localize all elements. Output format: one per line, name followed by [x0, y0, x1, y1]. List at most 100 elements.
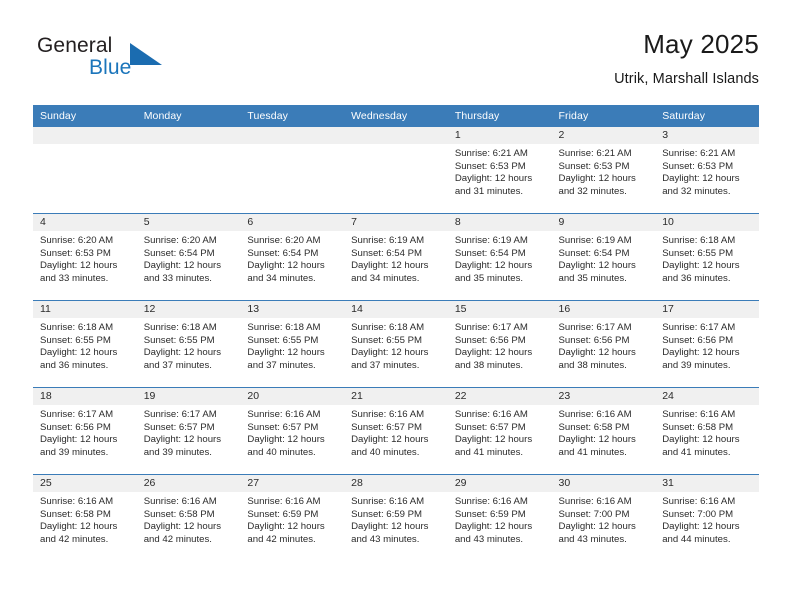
sunrise-text: Sunrise: 6:21 AM [454, 148, 528, 159]
sunrise-text: Sunrise: 6:16 AM [351, 409, 425, 420]
calendar-day-cell[interactable]: 28 Sunrise: 6:16 AM Sunset: 6:59 PM Dayligh… [344, 474, 448, 561]
daylight-text-line2: and 33 minutes. [40, 272, 109, 284]
sunset-text: Sunset: 7:00 PM [558, 508, 630, 520]
calendar-day-cell[interactable]: 21 Sunrise: 6:16 AM Sunset: 6:57 PM Dayligh… [344, 387, 448, 475]
day-detail-block: Sunrise: 6:16 AM Sunset: 7:00 PM Daylight:… [655, 492, 759, 546]
daylight-text-line2: and 43 minutes. [454, 533, 524, 545]
sunset-text: Sunset: 6:53 PM [558, 160, 630, 172]
daylight-text-line1: Daylight: 12 hours [247, 521, 325, 533]
day-number-band: 6 [240, 214, 345, 231]
daylight-text-line2: and 32 minutes. [558, 185, 627, 197]
calendar-day-cell-empty [33, 127, 137, 214]
sunrise-text: Sunrise: 6:18 AM [662, 235, 736, 246]
calendar-day-cell[interactable]: 18 Sunrise: 6:17 AM Sunset: 6:56 PM Dayligh… [33, 387, 137, 475]
calendar-day-cell[interactable]: 10 Sunrise: 6:18 AM Sunset: 6:55 PM Dayligh… [655, 213, 759, 301]
daylight-text-line2: and 44 minutes. [662, 533, 731, 545]
calendar-day-cell[interactable]: 26 Sunrise: 6:16 AM Sunset: 6:58 PM Dayligh… [136, 474, 241, 561]
sunrise-text: Sunrise: 6:16 AM [143, 496, 217, 507]
day-number: 27 [247, 477, 260, 489]
sunset-text: Sunset: 7:00 PM [662, 508, 734, 520]
weekday-header-saturday: Saturday [655, 105, 759, 127]
sunrise-text: Sunrise: 6:16 AM [558, 409, 632, 420]
daylight-text-line1: Daylight: 12 hours [558, 260, 636, 272]
daylight-text-line2: and 34 minutes. [351, 272, 420, 284]
weekday-header-tuesday: Tuesday [240, 105, 345, 127]
day-detail-block: Sunrise: 6:16 AM Sunset: 6:58 PM Daylight:… [33, 492, 137, 546]
daylight-text-line1: Daylight: 12 hours [662, 347, 740, 359]
calendar-day-cell[interactable]: 17 Sunrise: 6:17 AM Sunset: 6:56 PM Dayligh… [655, 300, 759, 388]
sunset-text: Sunset: 6:56 PM [662, 334, 734, 346]
calendar-day-cell[interactable]: 6 Sunrise: 6:20 AM Sunset: 6:54 PM Daylight… [240, 213, 345, 301]
daylight-text-line1: Daylight: 12 hours [143, 347, 222, 359]
day-number-band: 30 [551, 475, 656, 492]
calendar-day-cell[interactable]: 16 Sunrise: 6:17 AM Sunset: 6:56 PM Dayligh… [551, 300, 656, 388]
daylight-text-line1: Daylight: 12 hours [247, 260, 325, 272]
sunrise-text: Sunrise: 6:16 AM [454, 409, 528, 420]
day-number: 9 [558, 216, 565, 228]
day-number: 7 [351, 216, 357, 228]
daylight-text-line1: Daylight: 12 hours [40, 434, 118, 446]
calendar-day-cell[interactable]: 3 Sunrise: 6:21 AM Sunset: 6:53 PM Daylight… [655, 127, 759, 214]
calendar-day-cell[interactable]: 25 Sunrise: 6:16 AM Sunset: 6:58 PM Dayligh… [33, 474, 137, 561]
calendar-day-cell[interactable]: 7 Sunrise: 6:19 AM Sunset: 6:54 PM Daylight… [344, 213, 448, 301]
calendar-day-cell[interactable]: 22 Sunrise: 6:16 AM Sunset: 6:57 PM Dayligh… [447, 387, 552, 475]
calendar-day-cell[interactable]: 4 Sunrise: 6:20 AM Sunset: 6:53 PM Daylight… [33, 213, 137, 301]
logo-text-blue: Blue [89, 56, 132, 79]
day-detail-block: Sunrise: 6:16 AM Sunset: 6:59 PM Daylight:… [448, 492, 552, 546]
sunrise-text: Sunrise: 6:16 AM [558, 496, 632, 507]
day-number-band: 3 [655, 127, 759, 144]
day-number: 23 [558, 390, 571, 402]
day-detail-block: Sunrise: 6:16 AM Sunset: 6:57 PM Daylight:… [240, 405, 344, 459]
calendar-day-cell[interactable]: 27 Sunrise: 6:16 AM Sunset: 6:59 PM Dayligh… [240, 474, 345, 561]
day-number-band: 13 [240, 301, 345, 318]
day-number-band: 16 [551, 301, 656, 318]
calendar-day-cell[interactable]: 9 Sunrise: 6:19 AM Sunset: 6:54 PM Daylight… [551, 213, 656, 301]
day-detail-block: Sunrise: 6:21 AM Sunset: 6:53 PM Daylight:… [448, 144, 552, 198]
sunrise-text: Sunrise: 6:16 AM [40, 496, 114, 507]
sunrise-text: Sunrise: 6:16 AM [662, 409, 736, 420]
weekday-header-sunday: Sunday [33, 105, 137, 127]
daylight-text-line2: and 37 minutes. [247, 359, 316, 371]
daylight-text-line1: Daylight: 12 hours [558, 173, 636, 185]
day-number: 8 [454, 216, 461, 228]
sunrise-text: Sunrise: 6:17 AM [143, 409, 217, 420]
calendar-week-row: 1 Sunrise: 6:21 AM Sunset: 6:53 PM Daylight… [33, 127, 759, 214]
daylight-text-line1: Daylight: 12 hours [558, 521, 636, 533]
calendar-day-cell[interactable]: 1 Sunrise: 6:21 AM Sunset: 6:53 PM Daylight… [447, 127, 552, 214]
sunrise-text: Sunrise: 6:17 AM [454, 322, 528, 333]
calendar-day-cell[interactable]: 13 Sunrise: 6:18 AM Sunset: 6:55 PM Dayligh… [240, 300, 345, 388]
calendar-day-cell[interactable]: 5 Sunrise: 6:20 AM Sunset: 6:54 PM Daylight… [136, 213, 241, 301]
day-number: 25 [40, 477, 52, 489]
general-blue-logo[interactable]: General Blue [33, 34, 213, 90]
calendar-day-cell[interactable]: 19 Sunrise: 6:17 AM Sunset: 6:57 PM Dayligh… [136, 387, 241, 475]
day-number-band: 20 [240, 388, 345, 405]
calendar-day-cell[interactable]: 29 Sunrise: 6:16 AM Sunset: 6:59 PM Dayligh… [447, 474, 552, 561]
calendar-day-cell[interactable]: 23 Sunrise: 6:16 AM Sunset: 6:58 PM Dayligh… [551, 387, 656, 475]
daylight-text-line1: Daylight: 12 hours [247, 347, 325, 359]
calendar-day-cell[interactable]: 11 Sunrise: 6:18 AM Sunset: 6:55 PM Dayligh… [33, 300, 137, 388]
calendar-day-cell[interactable]: 8 Sunrise: 6:19 AM Sunset: 6:54 PM Daylight… [447, 213, 552, 301]
calendar-day-cell[interactable]: 15 Sunrise: 6:17 AM Sunset: 6:56 PM Dayligh… [447, 300, 552, 388]
calendar-day-cell[interactable]: 30 Sunrise: 6:16 AM Sunset: 7:00 PM Dayligh… [551, 474, 656, 561]
calendar-day-cell-empty [344, 127, 448, 214]
day-number-band: 2 [551, 127, 656, 144]
calendar-day-cell[interactable]: 14 Sunrise: 6:18 AM Sunset: 6:55 PM Dayligh… [344, 300, 448, 388]
calendar-day-cell[interactable]: 20 Sunrise: 6:16 AM Sunset: 6:57 PM Dayligh… [240, 387, 345, 475]
calendar-day-cell[interactable]: 31 Sunrise: 6:16 AM Sunset: 7:00 PM Dayligh… [655, 474, 759, 561]
day-number-band: 28 [344, 475, 448, 492]
day-detail-block: Sunrise: 6:20 AM Sunset: 6:54 PM Daylight:… [240, 231, 344, 285]
day-number: 2 [558, 129, 565, 141]
calendar-day-cell[interactable]: 24 Sunrise: 6:16 AM Sunset: 6:58 PM Dayligh… [655, 387, 759, 475]
sunset-text: Sunset: 6:56 PM [558, 334, 630, 346]
sunset-text: Sunset: 6:55 PM [247, 334, 319, 346]
title-block: May 2025 Utrik, Marshall Islands [614, 28, 759, 89]
sunrise-text: Sunrise: 6:16 AM [247, 409, 321, 420]
daylight-text-line2: and 37 minutes. [351, 359, 420, 371]
daylight-text-line1: Daylight: 12 hours [351, 434, 429, 446]
calendar-day-cell[interactable]: 12 Sunrise: 6:18 AM Sunset: 6:55 PM Dayligh… [136, 300, 241, 388]
calendar-day-cell[interactable]: 2 Sunrise: 6:21 AM Sunset: 6:53 PM Daylight… [551, 127, 656, 214]
daylight-text-line1: Daylight: 12 hours [558, 434, 636, 446]
daylight-text-line2: and 42 minutes. [40, 533, 109, 545]
sunrise-text: Sunrise: 6:18 AM [40, 322, 114, 333]
daylight-text-line1: Daylight: 12 hours [40, 260, 118, 272]
